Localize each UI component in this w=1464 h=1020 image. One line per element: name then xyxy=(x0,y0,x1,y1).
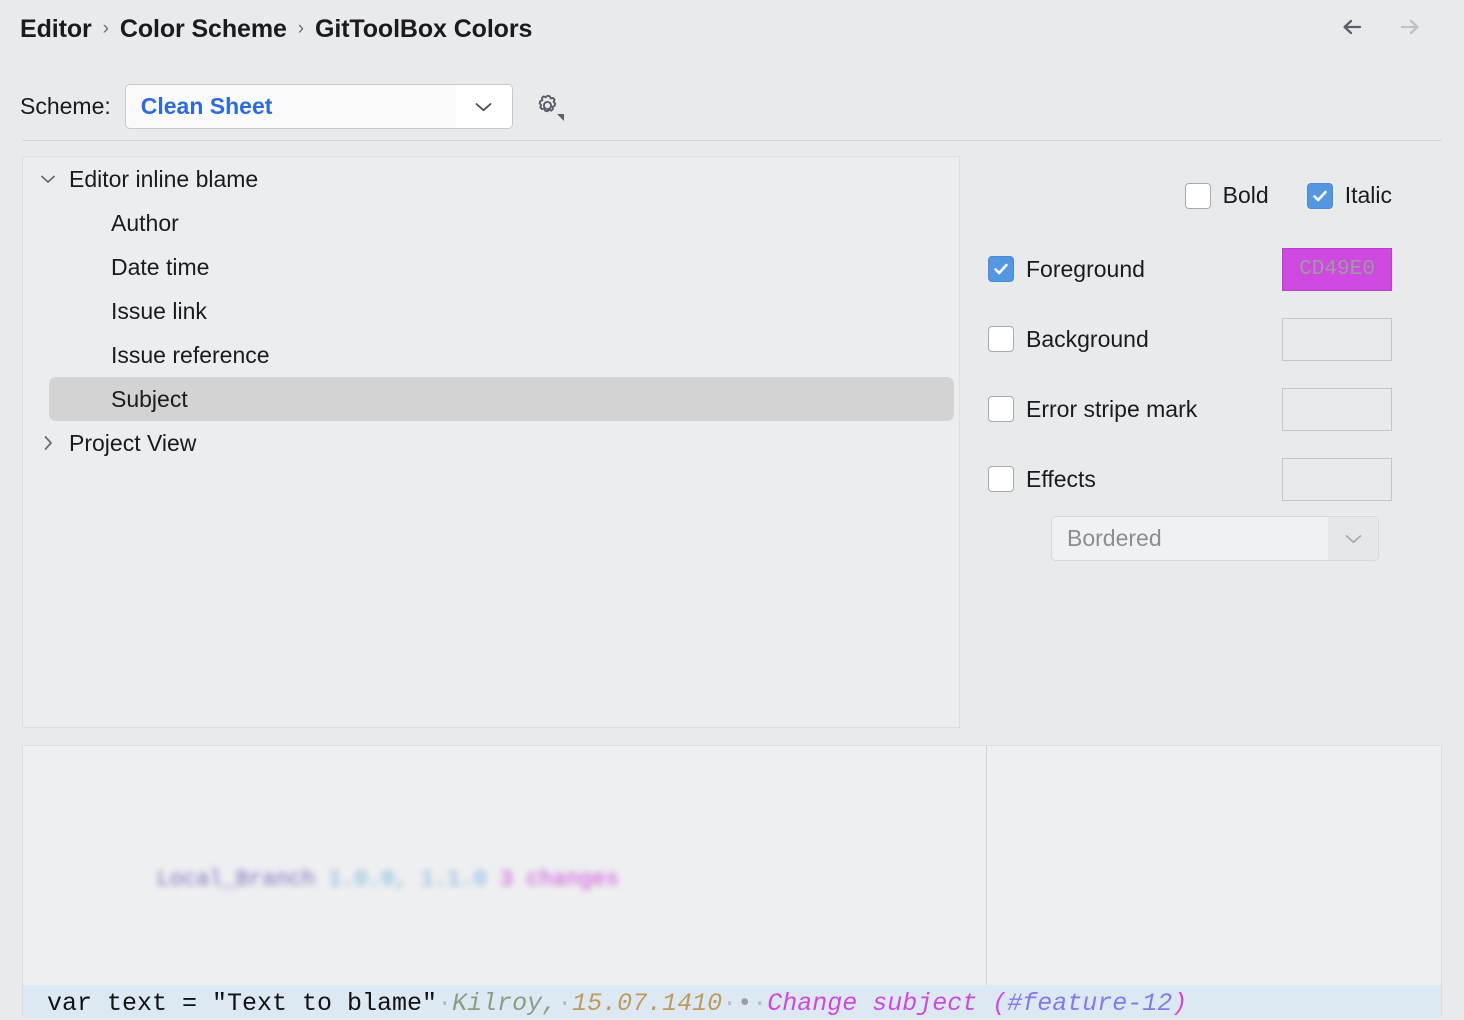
blame-author: Kilroy, xyxy=(452,989,557,1017)
foreground-checkbox[interactable] xyxy=(988,256,1014,282)
chevron-down-icon[interactable] xyxy=(27,173,69,185)
preview-code-line[interactable]: var text = "Text to blame"·Kilroy,·15.07… xyxy=(23,985,1442,1017)
effects-type-value: Bordered xyxy=(1052,517,1328,560)
preview-segment: 3 changes xyxy=(500,867,619,892)
foreground-row: Foreground CD49E0 xyxy=(988,234,1392,304)
background-label: Background xyxy=(1026,326,1149,353)
bold-checkbox-row[interactable]: Bold xyxy=(1185,182,1269,209)
preview-status-line: Local_Branch 1.0.0, 1.1.0 3 changes xyxy=(51,826,724,934)
breadcrumb-item-color-scheme[interactable]: Color Scheme xyxy=(120,15,287,44)
effects-label: Effects xyxy=(1026,466,1096,493)
tree-node-label: Subject xyxy=(111,386,188,413)
scheme-select[interactable]: Clean Sheet xyxy=(125,84,513,129)
chevron-down-icon xyxy=(1328,517,1378,560)
arrow-left-icon[interactable] xyxy=(1338,12,1368,42)
breadcrumb-separator-icon: › xyxy=(297,18,305,40)
tree-node-issue-reference[interactable]: Issue reference xyxy=(23,333,959,377)
tree-node-label: Author xyxy=(111,210,179,237)
tree-node-issue-link[interactable]: Issue link xyxy=(23,289,959,333)
tree-node-label: Date time xyxy=(111,254,209,281)
error-stripe-mark-checkbox[interactable] xyxy=(988,396,1014,422)
navigation-arrows xyxy=(1338,12,1424,42)
preview-code-lines: var text = "Text to blame"·Kilroy,·15.07… xyxy=(23,927,1442,1017)
bold-checkbox[interactable] xyxy=(1185,183,1211,209)
scheme-label: Scheme: xyxy=(20,93,111,120)
tree-node-subject[interactable]: Subject xyxy=(49,377,954,421)
tree-node-label: Editor inline blame xyxy=(69,166,258,193)
preview-segment: Local_Branch xyxy=(157,867,329,892)
effects-color-swatch[interactable] xyxy=(1282,458,1392,501)
breadcrumb-item-gittoolbox-colors: GitToolBox Colors xyxy=(315,15,532,44)
error-stripe-mark-label: Error stripe mark xyxy=(1026,396,1197,423)
font-style-row: Bold Italic xyxy=(988,182,1392,209)
tree-node-editor-inline-blame[interactable]: Editor inline blame xyxy=(23,157,959,201)
blame-subject: Change subject ( xyxy=(767,989,1007,1017)
error-stripe-mark-checkbox-row[interactable]: Error stripe mark xyxy=(988,396,1282,423)
italic-checkbox-row[interactable]: Italic xyxy=(1307,182,1392,209)
scheme-row: Scheme: Clean Sheet xyxy=(20,84,569,129)
foreground-label: Foreground xyxy=(1026,256,1145,283)
code-text: var text = "Text to blame" xyxy=(47,989,437,1017)
color-keys-tree[interactable]: Editor inline blame Author Date time Iss… xyxy=(22,156,960,728)
effects-checkbox[interactable] xyxy=(988,466,1014,492)
gear-icon[interactable] xyxy=(527,86,569,128)
foreground-color-swatch[interactable]: CD49E0 xyxy=(1282,248,1392,291)
background-checkbox-row[interactable]: Background xyxy=(988,326,1282,353)
effects-type-select: Bordered xyxy=(1051,516,1379,561)
blame-subject-close: ) xyxy=(1172,989,1187,1017)
breadcrumb-item-editor[interactable]: Editor xyxy=(20,15,92,44)
error-stripe-mark-row: Error stripe mark xyxy=(988,374,1392,444)
tree-node-label: Issue link xyxy=(111,298,207,325)
attribute-rows: Foreground CD49E0 Background Error strip… xyxy=(988,234,1392,514)
effects-checkbox-row[interactable]: Effects xyxy=(988,466,1282,493)
tree-node-project-view[interactable]: Project View xyxy=(23,421,959,465)
italic-checkbox[interactable] xyxy=(1307,183,1333,209)
attributes-panel: Bold Italic Foreg xyxy=(988,156,1444,728)
preview-panel[interactable]: Local_Branch 1.0.0, 1.1.0 3 changes Remo… xyxy=(22,745,1442,1017)
blame-issue-reference: #feature-12 xyxy=(1007,989,1172,1017)
scheme-select-value: Clean Sheet xyxy=(126,85,456,128)
tree-node-author[interactable]: Author xyxy=(23,201,959,245)
background-color-swatch[interactable] xyxy=(1282,318,1392,361)
color-scheme-settings-page: Editor › Color Scheme › GitToolBox Color… xyxy=(0,0,1464,1020)
tree-node-label: Issue reference xyxy=(111,342,270,369)
tree-node-date-time[interactable]: Date time xyxy=(23,245,959,289)
italic-label: Italic xyxy=(1345,182,1392,209)
tree-node-label: Project View xyxy=(69,430,196,457)
header-divider xyxy=(22,140,1442,141)
chevron-down-icon[interactable] xyxy=(456,85,512,128)
error-stripe-mark-color-swatch[interactable] xyxy=(1282,388,1392,431)
background-checkbox[interactable] xyxy=(988,326,1014,352)
blame-date: 15.07.1410 xyxy=(572,989,722,1017)
blame-bullet: • xyxy=(737,989,752,1017)
background-row: Background xyxy=(988,304,1392,374)
breadcrumb: Editor › Color Scheme › GitToolBox Color… xyxy=(20,10,532,48)
foreground-checkbox-row[interactable]: Foreground xyxy=(988,256,1282,283)
bold-label: Bold xyxy=(1223,182,1269,209)
chevron-right-icon[interactable] xyxy=(27,434,69,452)
arrow-right-icon xyxy=(1394,12,1424,42)
effects-row: Effects xyxy=(988,444,1392,514)
breadcrumb-separator-icon: › xyxy=(102,18,110,40)
preview-segment: 1.0.0, 1.1.0 xyxy=(328,867,500,892)
